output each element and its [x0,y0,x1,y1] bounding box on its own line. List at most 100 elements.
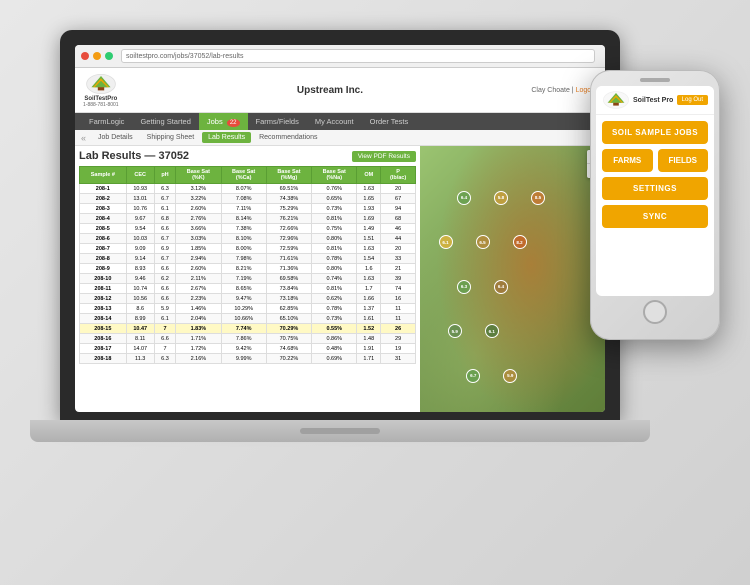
cell-cec: 9.46 [126,274,154,284]
view-pdf-button[interactable]: View PDF Results [352,151,416,162]
cell-cec: 8.99 [126,314,154,324]
cell-bsca: 8.10% [221,234,266,244]
nav-jobs[interactable]: Jobs 22 [199,113,248,130]
cell-bsmg: 72.96% [266,234,311,244]
browser-minimize-dot[interactable] [93,52,101,60]
settings-button[interactable]: SETTINGS [602,177,708,200]
cell-om: 1.52 [357,324,381,334]
cell-om: 1.63 [357,184,381,194]
cell-cec: 10.93 [126,184,154,194]
table-row: 208-10 9.46 6.2 2.11% 7.19% 69.58% 0.74%… [80,274,416,284]
table-row: 208-16 8.11 6.6 1.71% 7.86% 70.75% 0.86%… [80,334,416,344]
cell-bsmg: 70.22% [266,354,311,364]
cell-ph: 6.6 [154,264,175,274]
cell-ph: 6.1 [154,204,175,214]
cell-p: 29 [381,334,416,344]
cell-sample: 208-14 [80,314,127,324]
cell-bsk: 2.60% [176,264,221,274]
sync-button[interactable]: SYNC [602,205,708,228]
cell-ph: 6.8 [154,214,175,224]
col-header-cec: CEC [126,167,154,184]
cell-om: 1.93 [357,204,381,214]
cell-ph: 6.6 [154,284,175,294]
cell-bsk: 2.60% [176,204,221,214]
browser-address-bar[interactable]: soiltestpro.com/jobs/37052/lab-results [121,49,595,63]
cell-ph: 6.6 [154,224,175,234]
phone-home-button[interactable] [643,300,667,324]
cell-bsk: 3.03% [176,234,221,244]
table-row: 208-8 9.14 6.7 2.94% 7.98% 71.61% 0.78% … [80,254,416,264]
nav-farmlogic[interactable]: FarmLogic [81,113,132,130]
cell-p: 33 [381,254,416,264]
cell-bsk: 1.46% [176,304,221,314]
cell-cec: 10.76 [126,204,154,214]
browser-maximize-dot[interactable] [105,52,113,60]
cell-om: 1.91 [357,344,381,354]
cell-p: 11 [381,304,416,314]
cell-om: 1.71 [357,354,381,364]
cell-p: 68 [381,214,416,224]
laptop-bezel: soiltestpro.com/jobs/37052/lab-results S… [60,30,620,420]
cell-bsna: 0.55% [312,324,357,334]
cell-ph: 6.7 [154,234,175,244]
cell-bsna: 0.86% [312,334,357,344]
nav-getting-started[interactable]: Getting Started [132,113,198,130]
cell-bsmg: 62.85% [266,304,311,314]
table-row: 208-6 10.03 6.7 3.03% 8.10% 72.96% 0.80%… [80,234,416,244]
browser-close-dot[interactable] [81,52,89,60]
cell-ph: 6.3 [154,184,175,194]
cell-ph: 6.7 [154,254,175,264]
map-panel: + − 6.4 5.8 8.5 6.1 6.5 8.2 6.3 6.4 5.9 … [420,146,605,412]
cell-om: 1.65 [357,194,381,204]
cell-bsk: 2.67% [176,284,221,294]
cell-p: 20 [381,244,416,254]
subnav-job-details[interactable]: Job Details [92,132,139,143]
cell-bsna: 0.73% [312,314,357,324]
phone-logout-button[interactable]: Log Out [677,95,708,105]
cell-bsna: 0.75% [312,224,357,234]
subnav-recommendations[interactable]: Recommendations [253,132,323,143]
cell-sample: 208-7 [80,244,127,254]
cell-cec: 13.01 [126,194,154,204]
map-sample-point: 6.4 [494,280,508,294]
nav-farms-fields[interactable]: Farms/Fields [248,113,307,130]
cell-om: 1.69 [357,214,381,224]
table-row: 208-2 13.01 6.7 3.22% 7.08% 74.38% 0.65%… [80,194,416,204]
sub-nav: « Job Details Shipping Sheet Lab Results… [75,130,605,146]
farms-button[interactable]: FARMS [602,149,653,172]
cell-ph: 5.9 [154,304,175,314]
cell-bsna: 0.73% [312,204,357,214]
map-sample-point: 6.7 [466,369,480,383]
cell-bsca: 9.99% [221,354,266,364]
cell-bsmg: 65.10% [266,314,311,324]
cell-bsmg: 74.38% [266,194,311,204]
cell-bsna: 0.74% [312,274,357,284]
table-scroll-area[interactable]: Sample # CEC pH Base Sat(%K) Base Sat(%C… [79,166,416,412]
cell-bsna: 0.76% [312,184,357,194]
soil-sample-jobs-button[interactable]: SOIL SAMPLE JOBS [602,121,708,144]
cell-bsmg: 70.29% [266,324,311,334]
fields-button[interactable]: FIELDS [658,149,709,172]
table-row: 208-14 8.99 6.1 2.04% 10.66% 65.10% 0.73… [80,314,416,324]
subnav-lab-results[interactable]: Lab Results [202,132,251,143]
table-row: 208-18 11.3 6.3 2.16% 9.99% 70.22% 0.69%… [80,354,416,364]
phone-speaker [640,78,670,82]
cell-bsna: 0.81% [312,244,357,254]
nav-order-tests[interactable]: Order Tests [362,113,417,130]
cell-sample: 208-16 [80,334,127,344]
back-arrow[interactable]: « [81,133,86,143]
map-sample-point: 6.1 [439,235,453,249]
cell-om: 1.63 [357,274,381,284]
cell-cec: 9.09 [126,244,154,254]
main-nav: FarmLogic Getting Started Jobs 22 Farms/… [75,113,605,130]
cell-bsk: 3.22% [176,194,221,204]
subnav-shipping-sheet[interactable]: Shipping Sheet [141,132,200,143]
phone-app-header: SoilTest Pro Log Out [596,86,714,115]
cell-bsca: 8.00% [221,244,266,254]
cell-cec: 14.07 [126,344,154,354]
map-sample-point: 8.2 [513,235,527,249]
nav-my-account[interactable]: My Account [307,113,362,130]
map-sample-point: 5.8 [494,191,508,205]
laptop: soiltestpro.com/jobs/37052/lab-results S… [60,30,640,520]
cell-bsk: 3.12% [176,184,221,194]
